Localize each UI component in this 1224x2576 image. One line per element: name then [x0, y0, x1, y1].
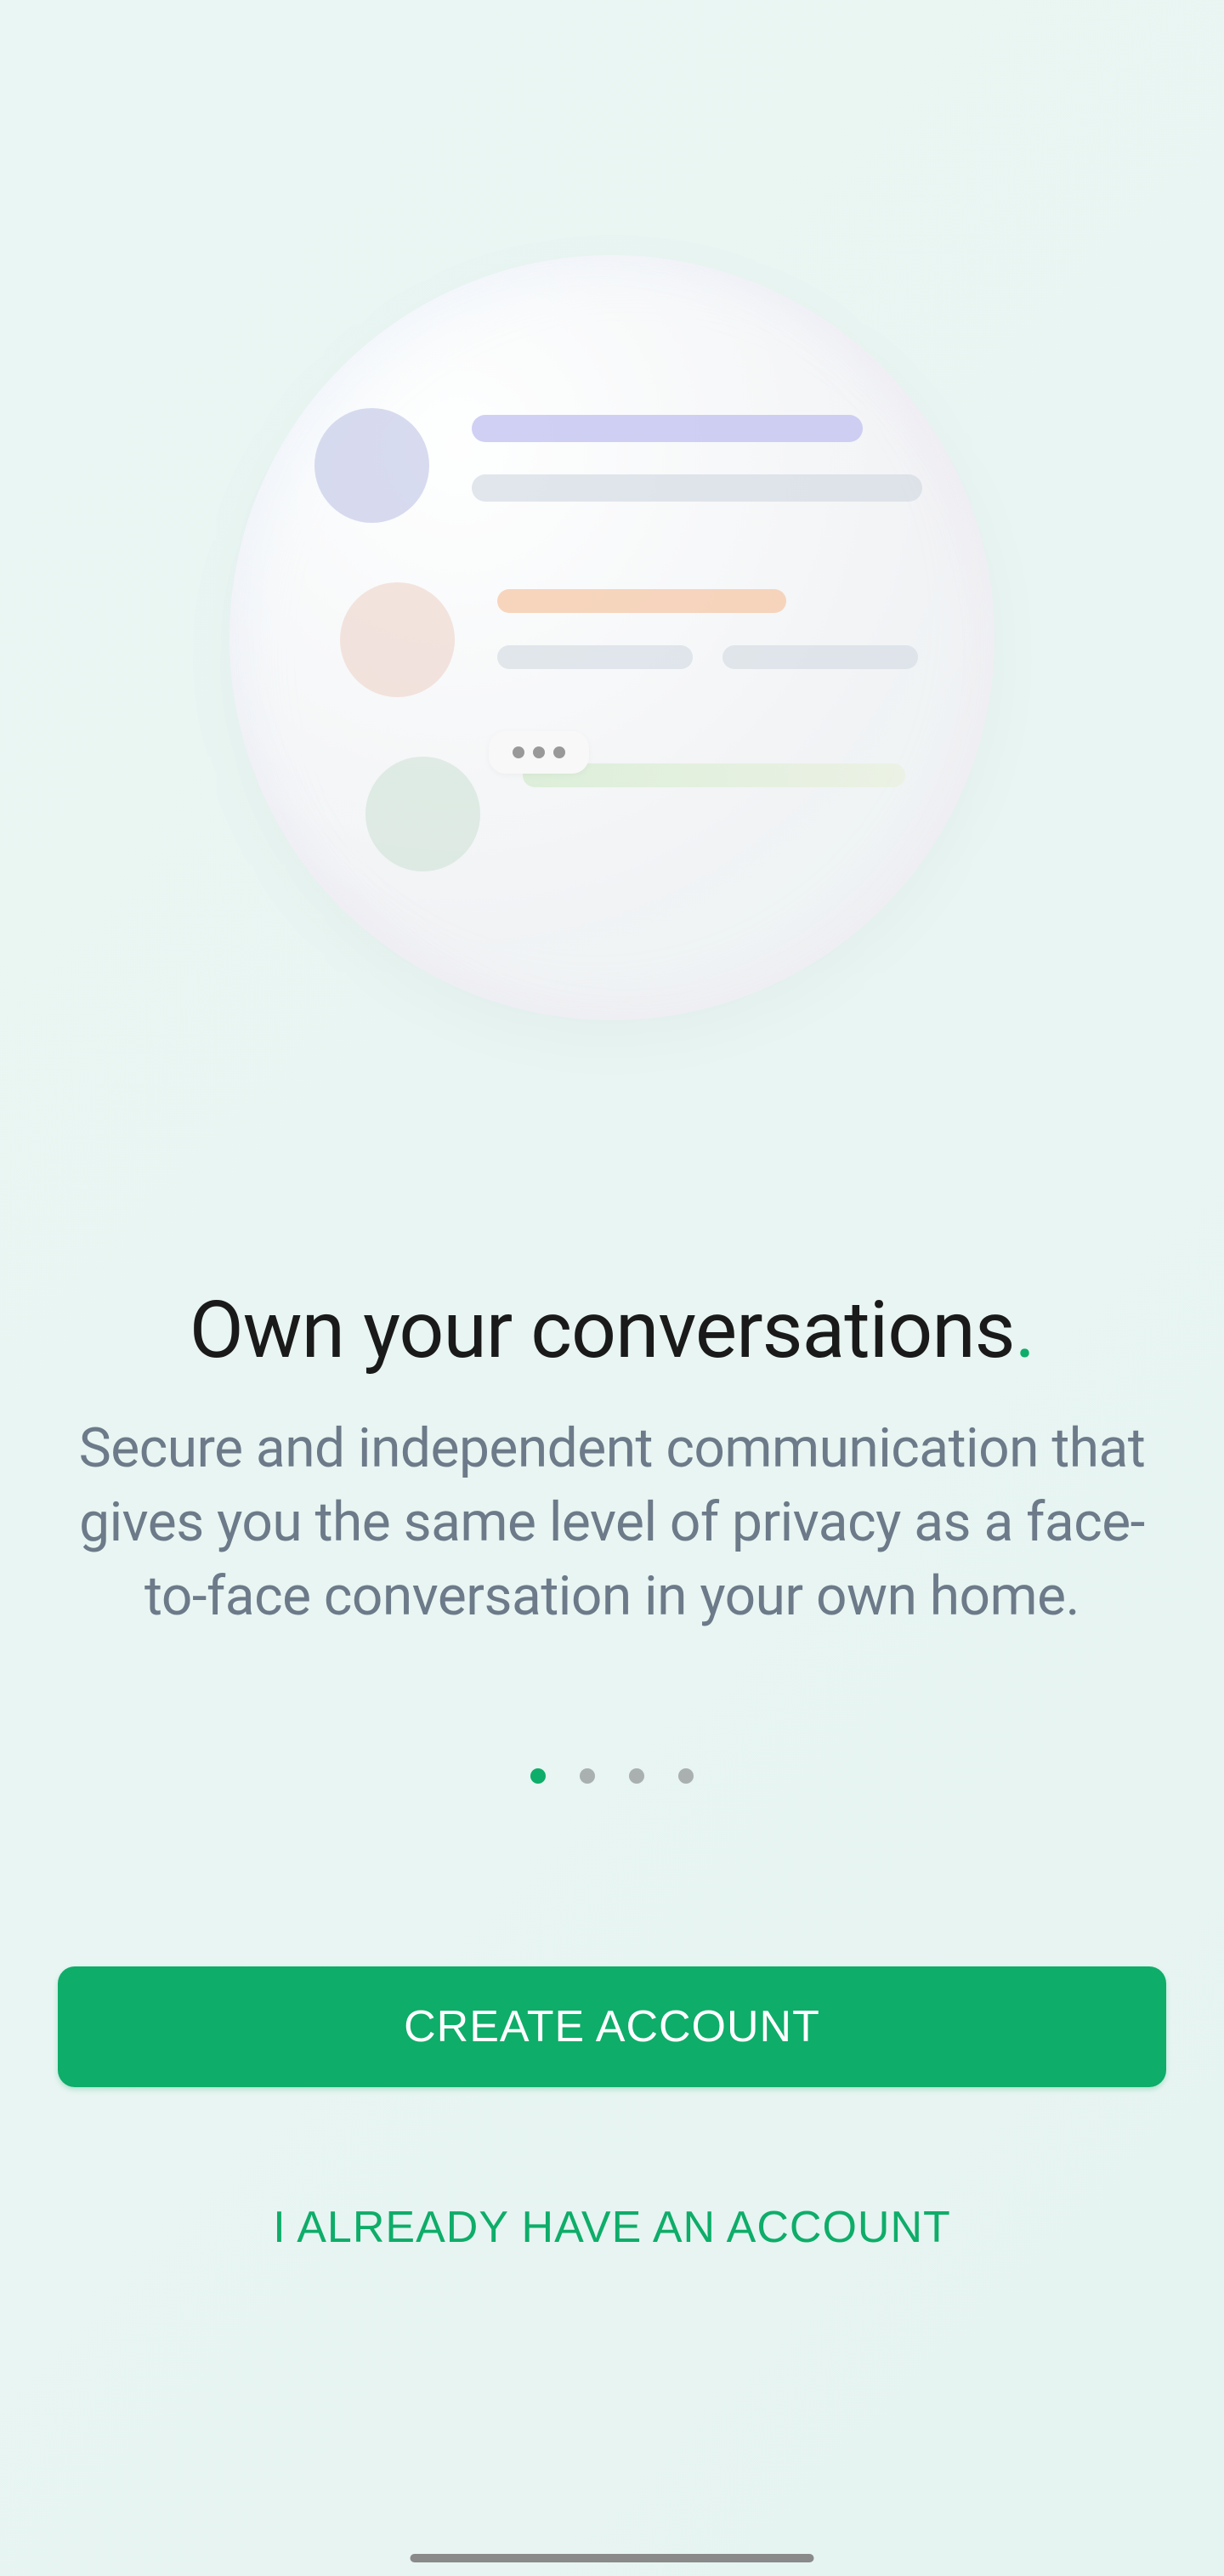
typing-indicator: [489, 731, 589, 774]
message-line-row: [497, 645, 918, 669]
headline-accent-period: .: [1015, 1284, 1035, 1376]
message-line-short-1: [497, 645, 693, 669]
typing-dot-icon: [513, 746, 524, 758]
message-lines-2: [497, 582, 918, 669]
avatar-placeholder-3: [366, 757, 480, 871]
message-lines-1: [472, 408, 922, 502]
avatar-placeholder-2: [340, 582, 455, 697]
typing-dot-icon: [553, 746, 565, 758]
onboarding-headline: Own your conversations.: [0, 1284, 1224, 1376]
message-line-short-2: [722, 645, 918, 669]
indicator-dot-4[interactable]: [678, 1768, 694, 1784]
message-lines-3: [523, 757, 905, 787]
message-line-gray: [472, 474, 922, 502]
typing-dot-icon: [533, 746, 545, 758]
indicator-dot-2[interactable]: [580, 1768, 595, 1784]
chat-row-2: [314, 582, 926, 697]
chat-bubble-background: [230, 255, 994, 1020]
avatar-placeholder-1: [314, 408, 429, 523]
chat-preview: [314, 408, 926, 931]
create-account-button[interactable]: CREATE ACCOUNT: [58, 1966, 1166, 2087]
button-area: CREATE ACCOUNT: [58, 1966, 1166, 2087]
indicator-dot-3[interactable]: [629, 1768, 644, 1784]
page-indicator[interactable]: [530, 1768, 694, 1784]
home-indicator[interactable]: [411, 2554, 814, 2562]
indicator-dot-1[interactable]: [530, 1768, 546, 1784]
illustration-bubble: [230, 255, 994, 1020]
message-line-purple: [472, 415, 863, 442]
chat-row-1: [314, 408, 926, 523]
already-have-account-button[interactable]: I ALREADY HAVE AN ACCOUNT: [0, 2202, 1224, 2253]
headline-text: Own your conversations: [190, 1284, 1015, 1376]
chat-row-3: [314, 757, 926, 871]
message-line-orange: [497, 589, 786, 613]
onboarding-subheadline: Secure and independent communication tha…: [76, 1411, 1148, 1633]
